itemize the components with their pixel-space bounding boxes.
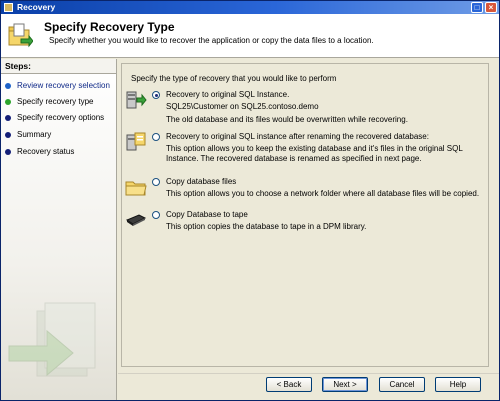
folder-icon bbox=[125, 181, 147, 196]
option-label: Copy database files bbox=[166, 177, 237, 186]
sidebar-item-recovery-status[interactable]: Recovery status bbox=[5, 146, 74, 158]
wizard-header: Specify Recovery Type Specify whether yo… bbox=[1, 14, 499, 58]
close-button[interactable]: × bbox=[485, 2, 497, 13]
wizard-button-bar: < Back Next > Cancel Help bbox=[118, 373, 499, 400]
sidebar-item-specify-recovery-options[interactable]: Specify recovery options bbox=[5, 112, 104, 124]
step-bullet-icon bbox=[5, 83, 11, 89]
server-restore-icon bbox=[126, 91, 147, 109]
recovery-wizard-window: Recovery □ × Specify Recovery Type Speci… bbox=[0, 0, 500, 401]
next-button-label: Next bbox=[333, 380, 350, 389]
intro-text: Specify the type of recovery that you wo… bbox=[131, 74, 337, 83]
sidebar-item-specify-recovery-type[interactable]: Specify recovery type bbox=[5, 96, 93, 108]
option-description: This option allows you to keep the exist… bbox=[166, 144, 463, 163]
option-label: Copy Database to tape bbox=[166, 210, 248, 219]
page-title: Specify Recovery Type bbox=[44, 20, 175, 34]
sidebar-item-label: Specify recovery type bbox=[17, 97, 94, 106]
step-bullet-icon bbox=[5, 149, 11, 155]
sidebar-item-review-recovery-selection[interactable]: Review recovery selection bbox=[5, 80, 110, 92]
option-copy-to-tape[interactable]: Copy Database to tape This option copies… bbox=[124, 210, 486, 242]
help-button[interactable]: Help bbox=[435, 377, 481, 392]
window-title: Recovery bbox=[17, 2, 56, 12]
option-label: Recovery to original SQL instance after … bbox=[166, 132, 429, 141]
next-button[interactable]: Next > bbox=[322, 377, 368, 392]
step-bullet-icon bbox=[5, 115, 11, 121]
sidebar-item-label: Summary bbox=[17, 130, 52, 139]
sidebar-item-label: Recovery status bbox=[17, 147, 75, 156]
main-content: Specify the type of recovery that you wo… bbox=[118, 59, 499, 371]
option-recover-original[interactable]: Recovery to original SQL Instance. SQL25… bbox=[124, 90, 486, 130]
option-recover-renamed[interactable]: Recovery to original SQL instance after … bbox=[124, 132, 486, 178]
step-bullet-icon bbox=[5, 132, 11, 138]
page-subtitle: Specify whether you would like to recove… bbox=[49, 36, 374, 45]
option-copy-database-files[interactable]: Copy database files This option allows y… bbox=[124, 177, 486, 209]
tape-icon bbox=[125, 214, 147, 226]
help-button-label: Help bbox=[449, 380, 467, 389]
wizard-watermark-icon bbox=[8, 302, 96, 377]
option-description: The old database and its files would be … bbox=[166, 115, 408, 124]
back-button[interactable]: < Back bbox=[266, 377, 312, 392]
maximize-button[interactable]: □ bbox=[471, 2, 483, 13]
content-panel: Specify the type of recovery that you wo… bbox=[121, 63, 489, 367]
option-label: Recovery to original SQL Instance. bbox=[166, 90, 290, 99]
sidebar-item-summary[interactable]: Summary bbox=[5, 129, 51, 141]
rename-database-icon bbox=[126, 132, 146, 151]
radio-recover-renamed[interactable] bbox=[152, 133, 160, 141]
steps-heading: Steps: bbox=[1, 59, 116, 74]
cancel-button-label: Cancel bbox=[389, 380, 415, 389]
radio-copy-to-tape[interactable] bbox=[152, 211, 160, 219]
radio-recover-original[interactable] bbox=[152, 91, 160, 99]
title-bar[interactable]: Recovery □ × bbox=[1, 1, 499, 14]
option-detail: SQL25\Customer on SQL25.contoso.demo bbox=[166, 102, 319, 111]
option-description: This option allows you to choose a netwo… bbox=[166, 189, 480, 198]
sidebar-item-label: Review recovery selection bbox=[17, 81, 110, 90]
folder-restore-icon bbox=[8, 23, 33, 48]
app-icon bbox=[4, 3, 13, 12]
sidebar-item-label: Specify recovery options bbox=[17, 113, 105, 122]
option-description: This option copies the database to tape … bbox=[166, 222, 367, 231]
step-bullet-icon bbox=[5, 99, 11, 105]
cancel-button[interactable]: Cancel bbox=[379, 377, 425, 392]
radio-copy-database-files[interactable] bbox=[152, 178, 160, 186]
steps-sidebar: Steps: Review recovery selection Specify… bbox=[1, 59, 117, 400]
back-button-label: Back bbox=[283, 380, 302, 389]
